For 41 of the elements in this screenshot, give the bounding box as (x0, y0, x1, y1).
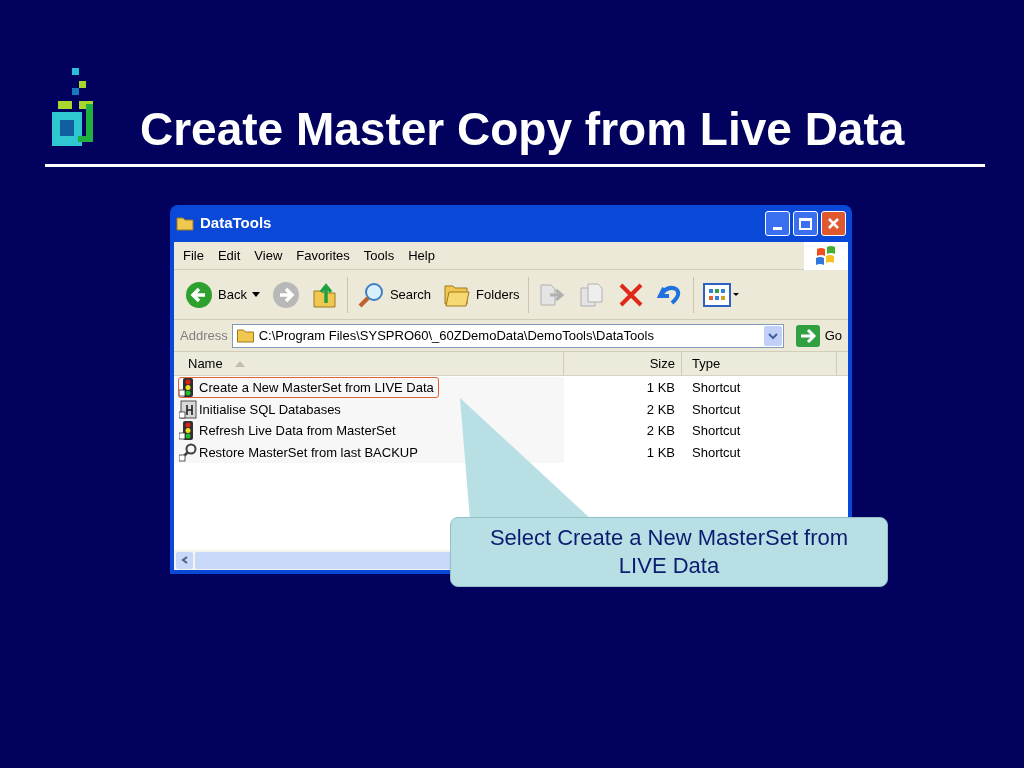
column-header[interactable]: Name (174, 352, 564, 375)
menu-item[interactable]: Help (403, 245, 440, 266)
column-header[interactable]: Type (682, 352, 837, 375)
menu-item[interactable]: View (249, 245, 288, 266)
callout-tooltip: Select Create a New MasterSet from LIVE Data (450, 517, 888, 587)
logo-icon (50, 68, 96, 148)
search-icon (356, 280, 385, 309)
windows-logo-icon (815, 245, 837, 266)
delete-icon (618, 281, 645, 308)
type-cell-text: Shortcut (691, 400, 742, 419)
type-cell-text: Shortcut (691, 443, 742, 462)
menu-item[interactable]: File (178, 245, 209, 266)
search-button[interactable]: Search (353, 274, 435, 315)
type-cell-text: Shortcut (691, 379, 742, 397)
sort-arrow-icon (234, 360, 245, 367)
address-label: Address (180, 326, 228, 345)
back-button[interactable]: Back (182, 274, 263, 315)
size-cell-text: 1 KB (645, 443, 676, 462)
shortcut-entry[interactable]: Create a New MasterSet from LIVE Data (178, 377, 439, 399)
folders-button[interactable]: Folders (440, 274, 523, 315)
size-cell-text: 1 KB (645, 379, 676, 397)
views-icon (703, 282, 740, 307)
scroll-left-button[interactable] (176, 551, 193, 569)
menu-item[interactable]: Tools (358, 245, 400, 266)
folder-icon (176, 216, 194, 231)
window-title: DataTools (200, 213, 272, 234)
size-cell-text: 2 KB (645, 400, 676, 419)
menu-item[interactable]: Edit (212, 245, 246, 266)
maximize-button[interactable] (793, 211, 818, 236)
go-button[interactable]: Go (795, 324, 842, 347)
close-button[interactable] (821, 211, 846, 236)
address-field[interactable]: C:\Program Files\SYSPRO60\_60ZDemoData\DemoTools\DataTools (231, 323, 784, 348)
move-to-icon (538, 281, 567, 308)
menu-item[interactable]: Favorites (291, 245, 355, 266)
column-header[interactable]: Size (564, 352, 682, 375)
size-cell-text: 2 KB (645, 422, 676, 440)
close-icon (827, 217, 840, 230)
caret-icon (251, 292, 260, 297)
type-cell-text: Shortcut (691, 422, 742, 440)
minimize-button[interactable] (765, 211, 790, 236)
folder-icon (235, 328, 255, 343)
